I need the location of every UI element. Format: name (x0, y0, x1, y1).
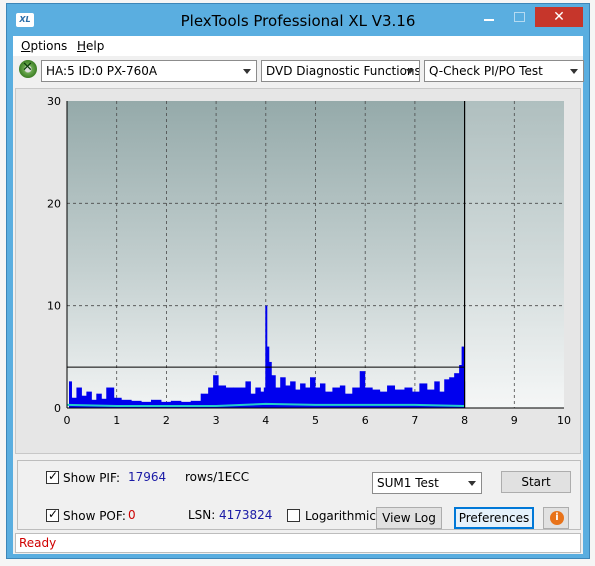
pi-bar (71, 397, 77, 408)
maximize-button[interactable] (506, 7, 532, 27)
pi-bar (449, 377, 455, 408)
drive-select[interactable]: HA:5 ID:0 PX-760A (41, 60, 257, 82)
function-select[interactable]: DVD Diagnostic Functions (261, 60, 420, 82)
y-tick-label: 30 (47, 95, 61, 108)
status-text: Ready (19, 536, 57, 550)
sum-test-select[interactable]: SUM1 Test (372, 472, 482, 494)
drive-icon (19, 60, 37, 78)
logarithmic-label: Logarithmic (305, 509, 376, 523)
test-type-select-value: Q-Check PI/PO Test (429, 64, 543, 78)
y-tick-label: 10 (47, 300, 61, 313)
pi-bar (161, 401, 172, 408)
pi-bar (141, 401, 152, 408)
x-tick-label: 6 (362, 414, 369, 427)
pi-bar (434, 381, 440, 408)
menu-help-mnemonic: H (77, 39, 87, 53)
y-tick-label: 0 (54, 402, 61, 415)
x-tick-label: 5 (312, 414, 319, 427)
pi-bar (444, 379, 450, 408)
pif-unit: rows/1ECC (185, 470, 250, 484)
lsn-value: 4173824 (219, 508, 273, 522)
title-bar[interactable]: XL PlexTools Professional XL V3.16 ✕ (7, 4, 589, 36)
pi-bar (260, 391, 265, 408)
minimize-button[interactable] (476, 7, 502, 27)
show-pof-checkbox[interactable] (46, 507, 59, 522)
pi-bar (208, 387, 214, 408)
info-button[interactable]: i (543, 507, 569, 529)
pi-bar (213, 375, 219, 408)
pi-po-chart: 0 1 2 3 4 5 6 7 8 9 10 0 10 20 30 (47, 95, 571, 427)
drive-select-value: HA:5 ID:0 PX-760A (46, 64, 158, 78)
pi-bar (250, 393, 256, 408)
close-button[interactable]: ✕ (535, 7, 583, 27)
pi-bar (360, 371, 366, 408)
x-tick-label: 0 (64, 414, 71, 427)
chevron-down-icon (466, 476, 478, 490)
start-button[interactable]: Start (501, 471, 571, 493)
lsn-label: LSN: (188, 508, 216, 522)
app-window: XL PlexTools Professional XL V3.16 ✕ Opt… (6, 3, 590, 559)
x-tick-label: 2 (163, 414, 170, 427)
client-area: Options Help HA:5 ID:0 PX-760A DVD Diagn… (13, 36, 584, 554)
chart-panel: 0 1 2 3 4 5 6 7 8 9 10 0 10 20 30 (15, 88, 581, 454)
show-pif-label: Show PIF: (63, 471, 120, 485)
menu-options-rest: ptions (30, 39, 68, 53)
x-tick-label: 4 (262, 414, 269, 427)
status-bar: Ready (15, 533, 581, 553)
menu-help[interactable]: Help (77, 39, 104, 53)
chevron-down-icon (404, 64, 416, 78)
show-pif-checkbox[interactable] (46, 469, 59, 484)
view-log-button[interactable]: View Log (376, 507, 442, 529)
menu-help-rest: elp (86, 39, 105, 53)
pi-bar (181, 401, 192, 408)
menu-options[interactable]: Options (21, 39, 67, 53)
info-icon: i (550, 511, 564, 525)
logarithmic-checkbox[interactable] (287, 509, 300, 522)
x-tick-label: 9 (511, 414, 518, 427)
pi-bar (91, 399, 97, 408)
start-button-label: Start (521, 475, 551, 489)
x-tick-label: 7 (411, 414, 418, 427)
chevron-down-icon (241, 64, 253, 78)
results-panel: Show PIF: 17964 rows/1ECC Show POF: 0 LS… (17, 460, 581, 530)
preferences-button[interactable]: Preferences (454, 507, 534, 529)
chevron-down-icon (568, 64, 580, 78)
sum-test-select-value: SUM1 Test (377, 476, 439, 490)
preferences-button-label: Preferences (458, 511, 530, 525)
show-pof-label: Show POF: (63, 509, 126, 523)
x-tick-label: 8 (461, 414, 468, 427)
pof-value: 0 (128, 508, 136, 522)
menu-bar: Options Help (13, 36, 583, 56)
function-select-value: DVD Diagnostic Functions (266, 64, 420, 78)
test-type-select[interactable]: Q-Check PI/PO Test (424, 60, 584, 82)
y-tick-label: 20 (47, 197, 61, 210)
x-tick-label: 3 (213, 414, 220, 427)
x-tick-label: 10 (557, 414, 571, 427)
toolbar: HA:5 ID:0 PX-760A DVD Diagnostic Functio… (13, 57, 584, 83)
pi-bar (310, 377, 316, 408)
pi-bar (454, 373, 460, 408)
view-log-button-label: View Log (382, 511, 436, 525)
pif-value: 17964 (128, 470, 167, 484)
x-tick-label: 1 (113, 414, 120, 427)
